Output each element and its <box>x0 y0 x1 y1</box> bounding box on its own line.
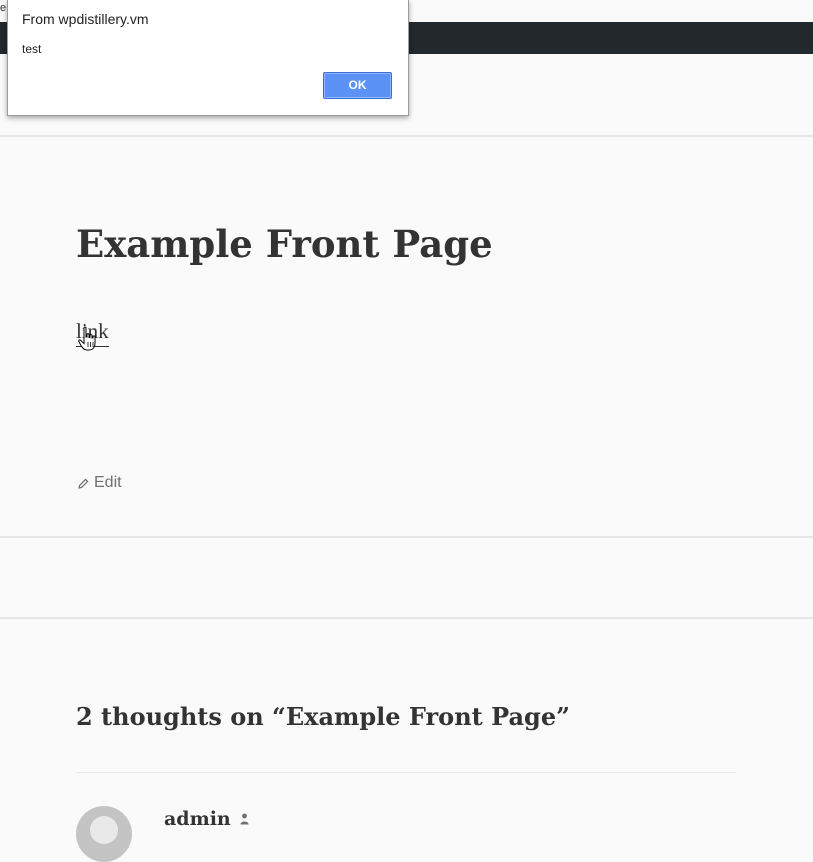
avatar <box>76 806 132 862</box>
alert-title: From wpdistillery.vm <box>22 11 149 27</box>
hand-cursor-icon <box>78 326 96 351</box>
divider <box>0 536 813 538</box>
browser-edge-text: e <box>0 2 7 14</box>
alert-dialog: From wpdistillery.vm test OK <box>7 0 409 116</box>
comments-title: 2 thoughts on “Example Front Page” <box>76 702 570 731</box>
divider <box>0 135 813 137</box>
person-icon <box>240 813 249 825</box>
alert-message: test <box>22 42 42 56</box>
page-title: Example Front Page <box>76 222 493 266</box>
comment-author-name[interactable]: admin <box>164 806 231 832</box>
comment-author: admin <box>164 806 249 832</box>
pencil-icon <box>78 478 89 489</box>
comment-divider <box>76 772 736 773</box>
edit-label: Edit <box>94 474 122 491</box>
ok-button[interactable]: OK <box>323 72 392 99</box>
edit-link[interactable]: Edit <box>78 473 122 493</box>
divider <box>0 617 813 619</box>
